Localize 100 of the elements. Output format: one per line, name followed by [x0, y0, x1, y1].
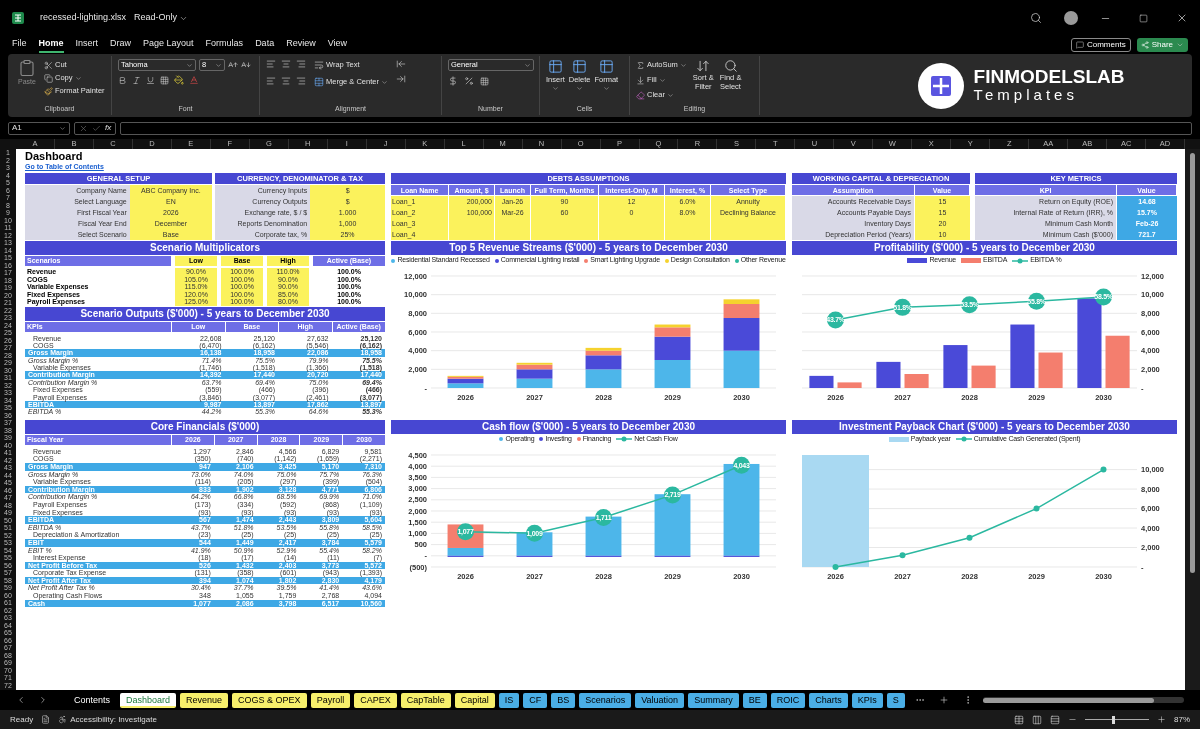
align-center-icon[interactable]	[281, 76, 291, 86]
menu-tab[interactable]: View	[327, 36, 347, 54]
sheet-tab[interactable]: BS	[551, 692, 576, 708]
insert-function-button[interactable]: fx	[105, 122, 112, 134]
merge-cells-icon[interactable]	[314, 77, 324, 87]
sheet-tab[interactable]: KPIs	[851, 692, 883, 708]
sheet-tab[interactable]: Summary	[688, 692, 739, 708]
page-break-icon[interactable]	[1050, 714, 1060, 725]
sheet-tab[interactable]: Charts	[809, 692, 848, 708]
name-box[interactable]: A1	[8, 121, 70, 135]
caret-icon[interactable]	[576, 85, 584, 93]
sheet-tab[interactable]: S	[886, 692, 905, 708]
chart-bar	[876, 361, 901, 388]
chart-bar	[971, 365, 996, 388]
menu-tab[interactable]: Draw	[110, 36, 132, 54]
decrease-indent-icon[interactable]	[395, 59, 406, 69]
percent-icon[interactable]	[464, 76, 474, 86]
previous-sheet-icon[interactable]	[16, 695, 26, 705]
sheet-tab[interactable]: Dashboard	[120, 692, 177, 708]
paintbrush-icon[interactable]	[44, 86, 53, 96]
italic-icon[interactable]	[132, 75, 141, 85]
caret-icon[interactable]	[59, 124, 66, 132]
fill-color-icon[interactable]	[174, 75, 184, 85]
currency-icon[interactable]	[448, 76, 458, 86]
caret-icon[interactable]	[380, 78, 388, 86]
increase-font-icon[interactable]	[228, 60, 238, 70]
align-top-icon[interactable]	[266, 59, 276, 69]
menu-tab[interactable]: Page Layout	[143, 36, 194, 54]
close-icon[interactable]	[1176, 12, 1188, 24]
share-icon[interactable]	[1140, 41, 1149, 49]
increase-indent-icon[interactable]	[395, 74, 406, 84]
wrap-text-icon[interactable]	[314, 60, 324, 70]
accessibility-icon[interactable]	[58, 715, 68, 724]
menu-tab[interactable]: Insert	[75, 36, 99, 54]
caret-icon[interactable]	[602, 85, 610, 93]
menu-tab[interactable]: Review	[286, 36, 316, 54]
user-avatar[interactable]	[1064, 11, 1078, 25]
comment-icon[interactable]	[1075, 41, 1084, 49]
caret-icon[interactable]	[186, 61, 193, 69]
menu-tab[interactable]: Data	[255, 36, 275, 54]
caret-icon[interactable]	[551, 85, 559, 93]
zoom-in-icon[interactable]	[1157, 715, 1166, 724]
align-right-icon[interactable]	[296, 76, 306, 86]
align-bottom-icon[interactable]	[296, 59, 306, 69]
sheet-tab[interactable]: CapTable	[400, 692, 451, 708]
sheet-tab[interactable]: Revenue	[180, 692, 229, 708]
clipboard-icon[interactable]	[18, 59, 36, 77]
legend-swatch	[734, 258, 739, 263]
sheet-tab[interactable]: Capital	[454, 692, 495, 708]
comments-button[interactable]: Comments	[1070, 38, 1131, 52]
next-sheet-icon[interactable]	[38, 695, 48, 705]
scrollbar-thumb[interactable]	[1190, 153, 1195, 573]
sheet-tab[interactable]: Valuation	[635, 692, 685, 708]
sheet-tab[interactable]: COGS & OPEX	[232, 692, 307, 708]
borders-icon[interactable]	[160, 75, 169, 85]
share-button[interactable]: Share	[1136, 38, 1188, 52]
comma-style-icon[interactable]	[480, 76, 489, 86]
sheet-tab[interactable]: IS	[498, 692, 520, 708]
caret-icon[interactable]	[524, 61, 531, 69]
maximize-icon[interactable]	[1139, 13, 1148, 23]
align-left-icon[interactable]	[266, 76, 276, 86]
sheet-tab[interactable]: Payroll	[310, 692, 351, 708]
menu-tab[interactable]: Formulas	[205, 36, 244, 54]
search-icon[interactable]	[723, 59, 738, 73]
eraser-icon[interactable]	[636, 90, 645, 100]
decrease-font-icon[interactable]	[241, 60, 251, 70]
caret-icon[interactable]	[74, 74, 82, 82]
caret-icon[interactable]	[679, 61, 687, 69]
sheet-tab[interactable]: ROIC	[770, 692, 806, 708]
search-icon[interactable]	[1030, 12, 1042, 24]
zoom-slider-thumb[interactable]	[1112, 715, 1116, 724]
vertical-scrollbar[interactable]	[1185, 149, 1200, 690]
normal-view-icon[interactable]	[1014, 714, 1024, 725]
arrow-down-icon[interactable]	[636, 75, 645, 85]
sheet-tab[interactable]: Scenarios	[579, 692, 632, 708]
sort-icon[interactable]	[696, 59, 711, 73]
underline-icon[interactable]	[146, 75, 155, 85]
font-color-icon[interactable]	[189, 75, 199, 85]
caret-icon[interactable]	[215, 61, 222, 69]
sheet-tab[interactable]: CAPEX	[354, 692, 397, 708]
page-layout-icon[interactable]	[1032, 714, 1042, 725]
menu-tab[interactable]: File	[12, 36, 27, 54]
read-only-label[interactable]: Read-Only	[134, 11, 189, 25]
zoom-slider[interactable]	[1085, 715, 1149, 724]
sheet-tab[interactable]: CF	[523, 692, 548, 708]
table-icon[interactable]	[598, 59, 614, 74]
zoom-level[interactable]: 87%	[1174, 713, 1190, 726]
add-sheet-icon[interactable]	[938, 695, 949, 705]
formula-input[interactable]	[120, 121, 1192, 135]
bold-icon[interactable]	[118, 75, 127, 85]
sheet-tab[interactable]: Contents	[68, 692, 117, 708]
align-middle-icon[interactable]	[281, 59, 291, 69]
table-icon[interactable]	[572, 59, 588, 74]
scissors-icon[interactable]	[44, 60, 53, 70]
accessibility-status[interactable]: Accessibility: Investigate	[58, 713, 157, 726]
table-icon[interactable]	[547, 59, 563, 74]
sheet-tab[interactable]: BE	[742, 692, 767, 708]
copy-icon[interactable]	[44, 73, 53, 83]
chart-bar	[837, 382, 862, 388]
sigma-icon[interactable]	[636, 60, 645, 70]
